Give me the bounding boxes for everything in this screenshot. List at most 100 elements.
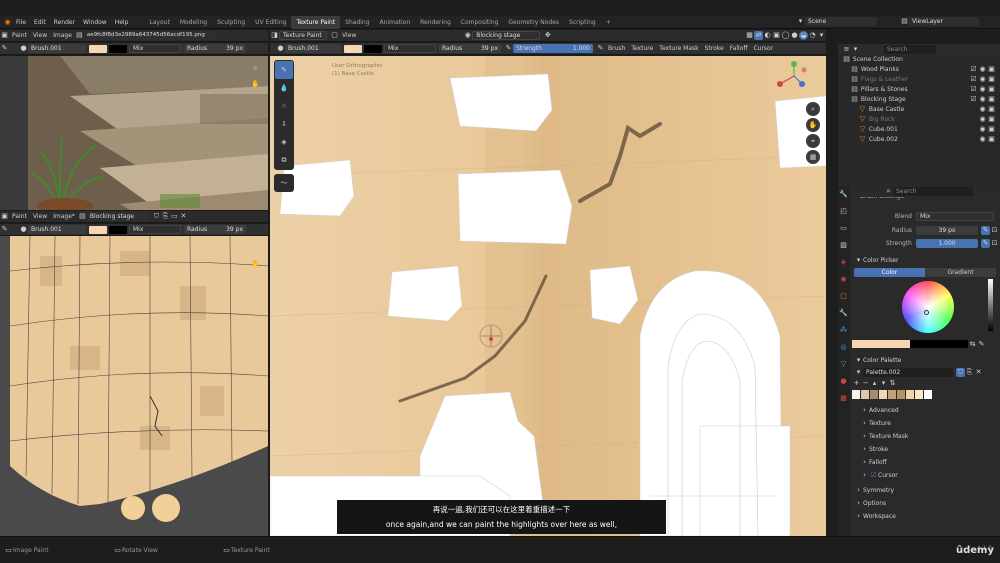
- menu-edit[interactable]: Edit: [30, 16, 50, 29]
- palette-secondary-color[interactable]: [910, 340, 968, 348]
- collection-checkbox-icon[interactable]: ☑: [969, 75, 978, 84]
- viewport-menu-brush[interactable]: Brush: [605, 43, 628, 55]
- workspace-tab-uv-editing[interactable]: UV Editing: [250, 16, 291, 29]
- visibility-eye-icon[interactable]: ◉: [978, 75, 987, 84]
- editor-type-icon-2[interactable]: ▣: [0, 212, 9, 221]
- viewport-mode-dropdown[interactable]: Texture Paint: [279, 31, 327, 40]
- panel-workspace[interactable]: › Workspace: [850, 510, 1000, 523]
- outliner-item[interactable]: ▤ Pillars & Stones ☑ ◉ ▣: [838, 85, 1000, 95]
- panel-options[interactable]: › Options: [850, 497, 1000, 510]
- palette-add-icon[interactable]: +: [852, 379, 861, 388]
- brush-tool-icon[interactable]: ✎: [0, 44, 9, 53]
- open-image-icon[interactable]: ▭: [170, 212, 179, 221]
- palette-up-icon[interactable]: ▴: [870, 379, 879, 388]
- snap-icon[interactable]: ✥: [543, 31, 552, 40]
- workspace-tab-texture-paint[interactable]: Texture Paint: [291, 15, 341, 29]
- palette-swatch[interactable]: [897, 389, 905, 399]
- palette-swatch[interactable]: [915, 389, 923, 399]
- view-object-icon[interactable]: ▦: [745, 31, 754, 40]
- visibility-eye-icon[interactable]: ◉: [978, 65, 987, 74]
- workspace-tab-geometry-nodes[interactable]: Geometry Nodes: [503, 16, 564, 29]
- color-tab[interactable]: Color: [854, 267, 925, 277]
- cursor-checkbox-icon[interactable]: ☑: [869, 471, 878, 480]
- brush-tool-icon-2[interactable]: ✎: [0, 225, 9, 234]
- workspace-tab-modeling[interactable]: Modeling: [175, 16, 212, 29]
- radius-prop-field[interactable]: 39 px: [916, 225, 978, 235]
- render-camera-icon[interactable]: ▣: [987, 135, 996, 144]
- radius-pressure-icon[interactable]: ✎: [504, 44, 513, 53]
- mode-dropdown[interactable]: Paint: [9, 30, 30, 42]
- texture-tab-icon[interactable]: ▩: [839, 394, 848, 403]
- menu-render[interactable]: Render: [50, 16, 79, 29]
- outliner-item[interactable]: ▽ Big Rock ◉ ▣: [838, 115, 1000, 125]
- data-tab-icon[interactable]: ▽: [839, 360, 848, 369]
- tool-tab-icon[interactable]: 🔧: [839, 190, 848, 199]
- shading-options-icon[interactable]: ▾: [817, 31, 826, 40]
- viewport-menu-texture-mask[interactable]: Texture Mask: [656, 43, 701, 55]
- outliner-type-icon[interactable]: ≡: [842, 45, 851, 54]
- clone-tool-icon[interactable]: ⇩: [275, 115, 293, 133]
- zoom-icon[interactable]: ⌕: [251, 64, 260, 73]
- palette-down-icon[interactable]: ▾: [879, 379, 888, 388]
- secondary-color-swatch-2[interactable]: [109, 225, 127, 234]
- render-camera-icon[interactable]: ▣: [987, 125, 996, 134]
- image-menu-2[interactable]: Image*: [50, 211, 78, 223]
- strength-prop-extra-icon[interactable]: ⊡: [990, 239, 999, 248]
- swap-colors-icon[interactable]: ⇆: [968, 340, 977, 349]
- blend-mode-dropdown[interactable]: Mix: [129, 44, 181, 53]
- secondary-color-swatch[interactable]: [109, 44, 127, 53]
- image-name-field-2[interactable]: Blocking stage: [86, 212, 149, 221]
- visibility-eye-icon[interactable]: ◉: [978, 85, 987, 94]
- add-workspace-button[interactable]: +: [601, 16, 616, 29]
- visibility-eye-icon[interactable]: ◉: [978, 115, 987, 124]
- scene-tab-icon[interactable]: ◈: [839, 258, 848, 267]
- gizmo-icon[interactable]: ⇄: [754, 31, 763, 40]
- value-slider[interactable]: [988, 279, 993, 331]
- new-image-icon[interactable]: ⎘: [161, 212, 170, 221]
- viewport-menu-texture[interactable]: Texture: [628, 43, 656, 55]
- image-browse-icon-2[interactable]: ▤: [78, 212, 87, 221]
- particles-tab-icon[interactable]: ⁂: [839, 326, 848, 335]
- 3d-viewport[interactable]: User Orthographic (1) Base Castle ✎ 💧 ☝ …: [270, 56, 826, 536]
- subpanel-falloff[interactable]: › Falloff: [850, 456, 1000, 469]
- palette-swatch[interactable]: [861, 389, 869, 399]
- collection-checkbox-icon[interactable]: ☑: [969, 85, 978, 94]
- radius-prop-unit-icon[interactable]: ⊡: [990, 226, 999, 235]
- brush-name-field-2[interactable]: Brush.001: [28, 225, 86, 234]
- visibility-eye-icon[interactable]: ◉: [978, 125, 987, 134]
- outliner-item[interactable]: ▤ Blocking Stage ☑ ◉ ▣: [838, 95, 1000, 105]
- viewport-editor-type-icon[interactable]: ◨: [270, 31, 279, 40]
- palette-sort-icon[interactable]: ⇅: [888, 379, 897, 388]
- viewport-menu-cursor[interactable]: Cursor: [750, 43, 776, 55]
- smear-tool-icon[interactable]: ☝: [275, 97, 293, 115]
- palette-browse-icon[interactable]: ▾: [854, 368, 863, 377]
- outliner-item[interactable]: ▽ Cube.002 ◉ ▣: [838, 135, 1000, 145]
- scene-name[interactable]: Scene: [805, 17, 877, 26]
- workspace-tab-animation[interactable]: Animation: [375, 16, 416, 29]
- panel-symmetry[interactable]: › Symmetry: [850, 484, 1000, 497]
- strength-prop-field[interactable]: 1.000: [916, 238, 978, 248]
- mode-dropdown-2[interactable]: Paint: [9, 211, 30, 223]
- overlay-icon[interactable]: ◐: [763, 31, 772, 40]
- palette-primary-color[interactable]: [852, 340, 910, 348]
- palette-swatch[interactable]: [888, 389, 896, 399]
- visibility-eye-icon[interactable]: ◉: [978, 95, 987, 104]
- viewport-primary-color[interactable]: [344, 44, 362, 53]
- pan-hand-icon[interactable]: ✋: [251, 80, 260, 89]
- viewport-blend-dropdown[interactable]: Mix: [384, 44, 436, 53]
- strength-prop-pressure-icon[interactable]: ✎: [981, 238, 990, 248]
- outliner-search-field[interactable]: Search: [884, 45, 936, 54]
- outliner-item[interactable]: ▽ Cube.001 ◉ ▣: [838, 125, 1000, 135]
- world-tab-icon[interactable]: ◉: [839, 275, 848, 284]
- image-browse-icon[interactable]: ▤: [75, 31, 84, 40]
- color-palette-header[interactable]: ▾ Color Palette: [850, 353, 1000, 367]
- menu-window[interactable]: Window: [79, 16, 111, 29]
- workspace-tab-shading[interactable]: Shading: [340, 16, 374, 29]
- annotate-tool-icon[interactable]: 〜: [274, 174, 294, 192]
- outliner-item[interactable]: ▤ Wood Planks ☑ ◉ ▣: [838, 65, 1000, 75]
- palette-fake-user-icon[interactable]: ⛉: [956, 368, 965, 377]
- palette-copy-icon[interactable]: ⎘: [965, 368, 974, 377]
- unlink-icon[interactable]: ✕: [179, 212, 188, 221]
- brush-name-field[interactable]: Brush.001: [28, 44, 86, 53]
- shading-rendered-icon[interactable]: ◔: [808, 31, 817, 40]
